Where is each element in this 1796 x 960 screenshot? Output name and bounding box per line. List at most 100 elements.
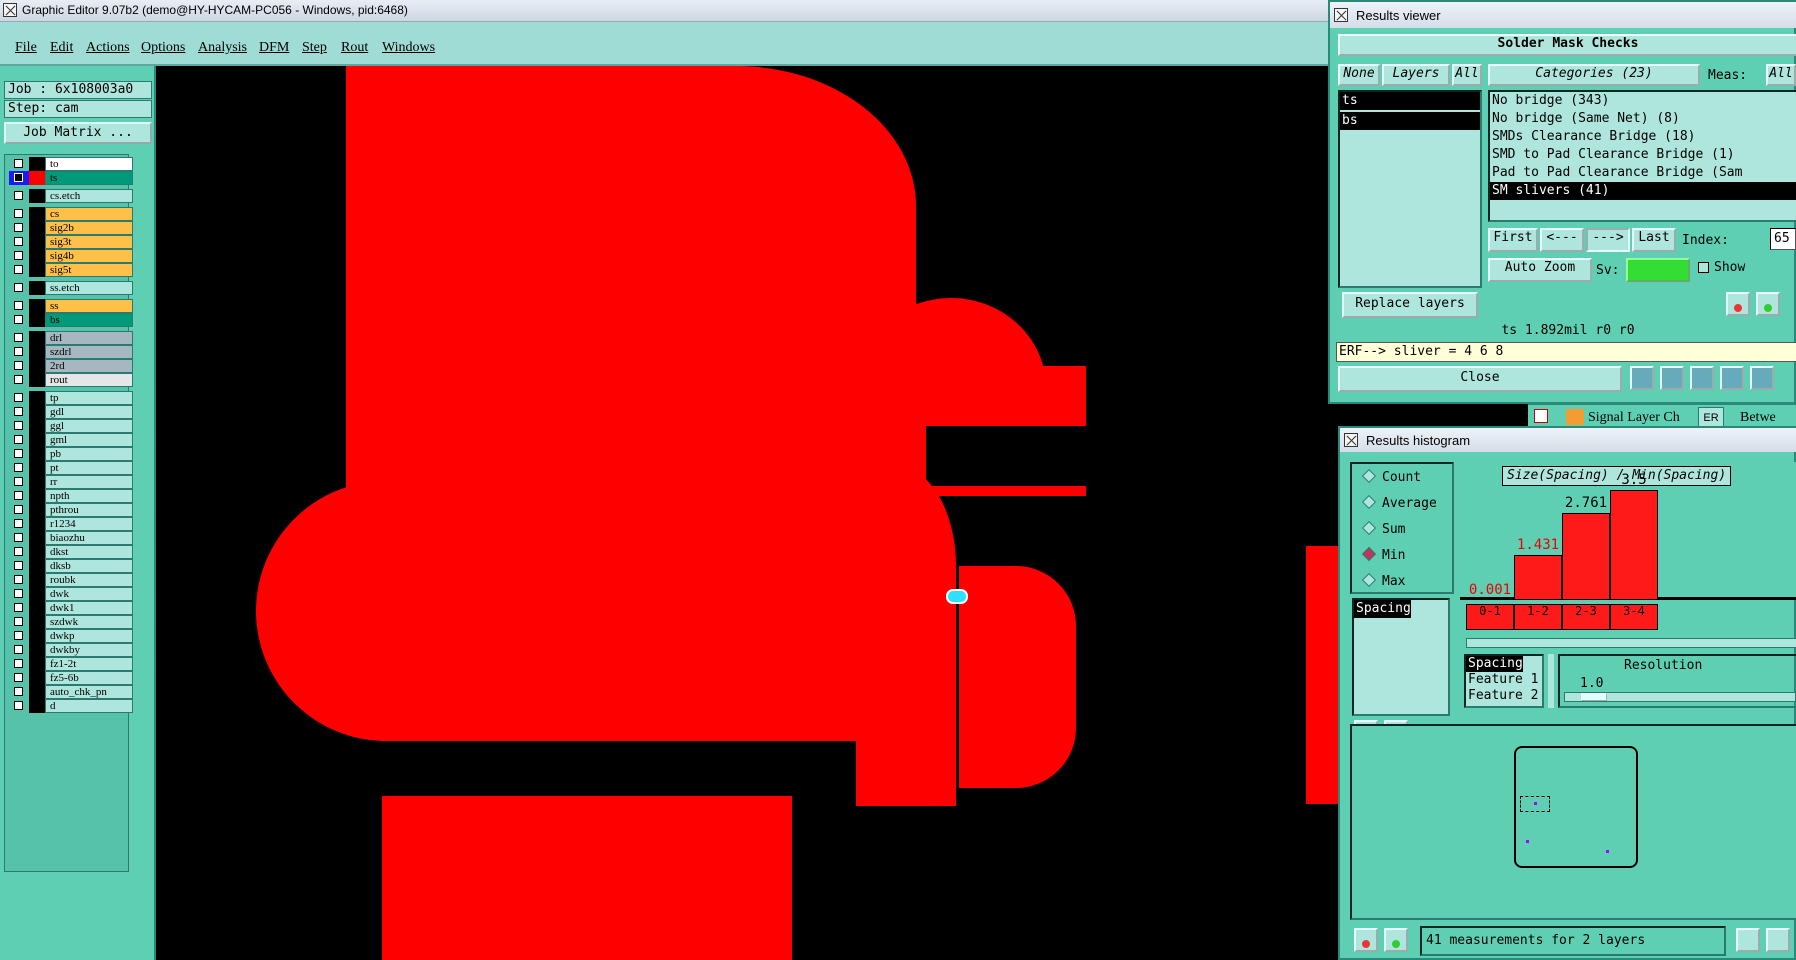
layer-name[interactable]: pb [45, 447, 133, 461]
layer-row[interactable]: dwkby [9, 643, 133, 657]
layer-color-swatch[interactable] [29, 587, 45, 601]
category-item[interactable]: No bridge (343) [1490, 92, 1796, 110]
layer-name[interactable]: szdrl [45, 345, 133, 359]
layer-row[interactable]: szdrl [9, 345, 133, 359]
layer-color-swatch[interactable] [29, 313, 45, 327]
layer-name[interactable]: rout [45, 373, 133, 387]
layer-name[interactable]: pt [45, 461, 133, 475]
category-item[interactable]: SMD to Pad Clearance Bridge (1) [1490, 146, 1796, 164]
layer-row[interactable]: sig4b [9, 249, 133, 263]
menu-rout[interactable]: Rout [341, 40, 368, 56]
layer-color-swatch[interactable] [29, 263, 45, 277]
auto-zoom-button[interactable]: Auto Zoom [1488, 258, 1592, 282]
layer-checkbox[interactable] [14, 191, 23, 200]
layer-checkbox[interactable] [14, 237, 23, 246]
mode-count[interactable]: Count [1361, 468, 1421, 485]
layer-checkbox[interactable] [14, 301, 23, 310]
mode-min[interactable]: Min [1361, 546, 1405, 563]
layer-name[interactable]: to [45, 157, 133, 171]
layers-button[interactable]: Layers [1382, 64, 1450, 86]
menu-options[interactable]: Options [141, 40, 185, 56]
layer-row[interactable]: rr [9, 475, 133, 489]
job-matrix-button[interactable]: Job Matrix ... [4, 122, 152, 144]
layer-name[interactable]: dwk1 [45, 601, 133, 615]
histogram-category-label[interactable]: 0-1 [1466, 604, 1514, 630]
axis-spacing[interactable]: Spacing [1466, 656, 1523, 672]
menu-dfm[interactable]: DFM [259, 40, 289, 56]
histogram-category-label[interactable]: 2-3 [1562, 604, 1610, 630]
layer-row[interactable]: dwk [9, 587, 133, 601]
layer-checkbox[interactable] [14, 645, 23, 654]
layer-name[interactable]: r1234 [45, 517, 133, 531]
layer-row[interactable]: cs.etch [9, 189, 133, 203]
sliver-marker[interactable] [946, 589, 968, 604]
layer-color-swatch[interactable] [29, 299, 45, 313]
layer-checkbox[interactable] [14, 519, 23, 528]
menu-step[interactable]: Step [302, 40, 327, 56]
mode-sum[interactable]: Sum [1361, 520, 1405, 537]
layer-color-swatch[interactable] [29, 461, 45, 475]
preview-outline[interactable] [1514, 746, 1638, 868]
replace-layers-button[interactable]: Replace layers [1342, 292, 1478, 318]
layer-name[interactable]: szdwk [45, 615, 133, 629]
prev-button[interactable]: <--- [1540, 228, 1584, 252]
layer-color-swatch[interactable] [29, 559, 45, 573]
tool-icon-3[interactable] [1690, 366, 1714, 390]
axis-list[interactable]: Spacing Feature 1 Feature 2 [1464, 654, 1544, 708]
tool-icon-4[interactable] [1720, 366, 1744, 390]
layer-name[interactable]: ggl [45, 419, 133, 433]
categories-button[interactable]: Categories (23) [1488, 64, 1700, 86]
layer-row[interactable]: pt [9, 461, 133, 475]
layer-checkbox[interactable] [14, 631, 23, 640]
layer-color-swatch[interactable] [29, 615, 45, 629]
layer-color-swatch[interactable] [29, 517, 45, 531]
layer-checkbox[interactable] [14, 393, 23, 402]
del-button[interactable] [1726, 292, 1750, 316]
layer-checkbox[interactable] [14, 659, 23, 668]
layer-checkbox[interactable] [14, 449, 23, 458]
layer-color-swatch[interactable] [29, 207, 45, 221]
last-button[interactable]: Last [1632, 228, 1676, 252]
layer-checkbox[interactable] [14, 477, 23, 486]
layer-name[interactable]: sig5t [45, 263, 133, 277]
layer-checkbox[interactable] [14, 375, 23, 384]
layer-checkbox[interactable] [14, 159, 23, 168]
tool-icon-5[interactable] [1750, 366, 1774, 390]
footer-ref-button[interactable] [1384, 928, 1408, 952]
first-button[interactable]: First [1488, 228, 1538, 252]
layer-row[interactable]: tp [9, 391, 133, 405]
layer-color-swatch[interactable] [29, 235, 45, 249]
mode-max[interactable]: Max [1361, 572, 1405, 589]
layer-row[interactable]: auto_chk_pn [9, 685, 133, 699]
histogram-bar[interactable] [1514, 555, 1562, 600]
layer-color-swatch[interactable] [29, 671, 45, 685]
mode-average[interactable]: Average [1361, 494, 1437, 511]
layer-row[interactable]: dwkp [9, 629, 133, 643]
layer-checkbox[interactable] [14, 533, 23, 542]
show-checkbox[interactable] [1698, 262, 1709, 273]
layer-checkbox[interactable] [14, 283, 23, 292]
resolution-slider[interactable] [1564, 692, 1796, 702]
layer-color-swatch[interactable] [29, 171, 45, 185]
category-item[interactable]: Pad to Pad Clearance Bridge (Sam [1490, 164, 1796, 182]
layer-name[interactable]: tp [45, 391, 133, 405]
layer-color-swatch[interactable] [29, 629, 45, 643]
layer-row[interactable]: biaozhu [9, 531, 133, 545]
layer-name[interactable]: ts [45, 171, 133, 185]
layer-name[interactable]: pthrou [45, 503, 133, 517]
layer-checkbox[interactable] [14, 617, 23, 626]
layer-checkbox[interactable] [14, 491, 23, 500]
category-item-selected[interactable]: SM slivers (41) [1490, 182, 1796, 200]
close-button[interactable]: Close [1338, 366, 1622, 392]
signal-tab-label[interactable]: Signal Layer Ch [1588, 410, 1680, 426]
sv-color-selector[interactable] [1626, 258, 1690, 282]
footer-tool-2[interactable] [1766, 928, 1790, 952]
layer-color-swatch[interactable] [29, 447, 45, 461]
layer-color-swatch[interactable] [29, 157, 45, 171]
resolution-slider-handle[interactable] [1581, 693, 1607, 701]
layer-row[interactable]: szdwk [9, 615, 133, 629]
category-item[interactable]: No bridge (Same Net) (8) [1490, 110, 1796, 128]
layer-color-swatch[interactable] [29, 373, 45, 387]
layer-result-list[interactable]: ts bs [1338, 90, 1482, 288]
measure-list[interactable]: Spacing [1352, 598, 1450, 716]
